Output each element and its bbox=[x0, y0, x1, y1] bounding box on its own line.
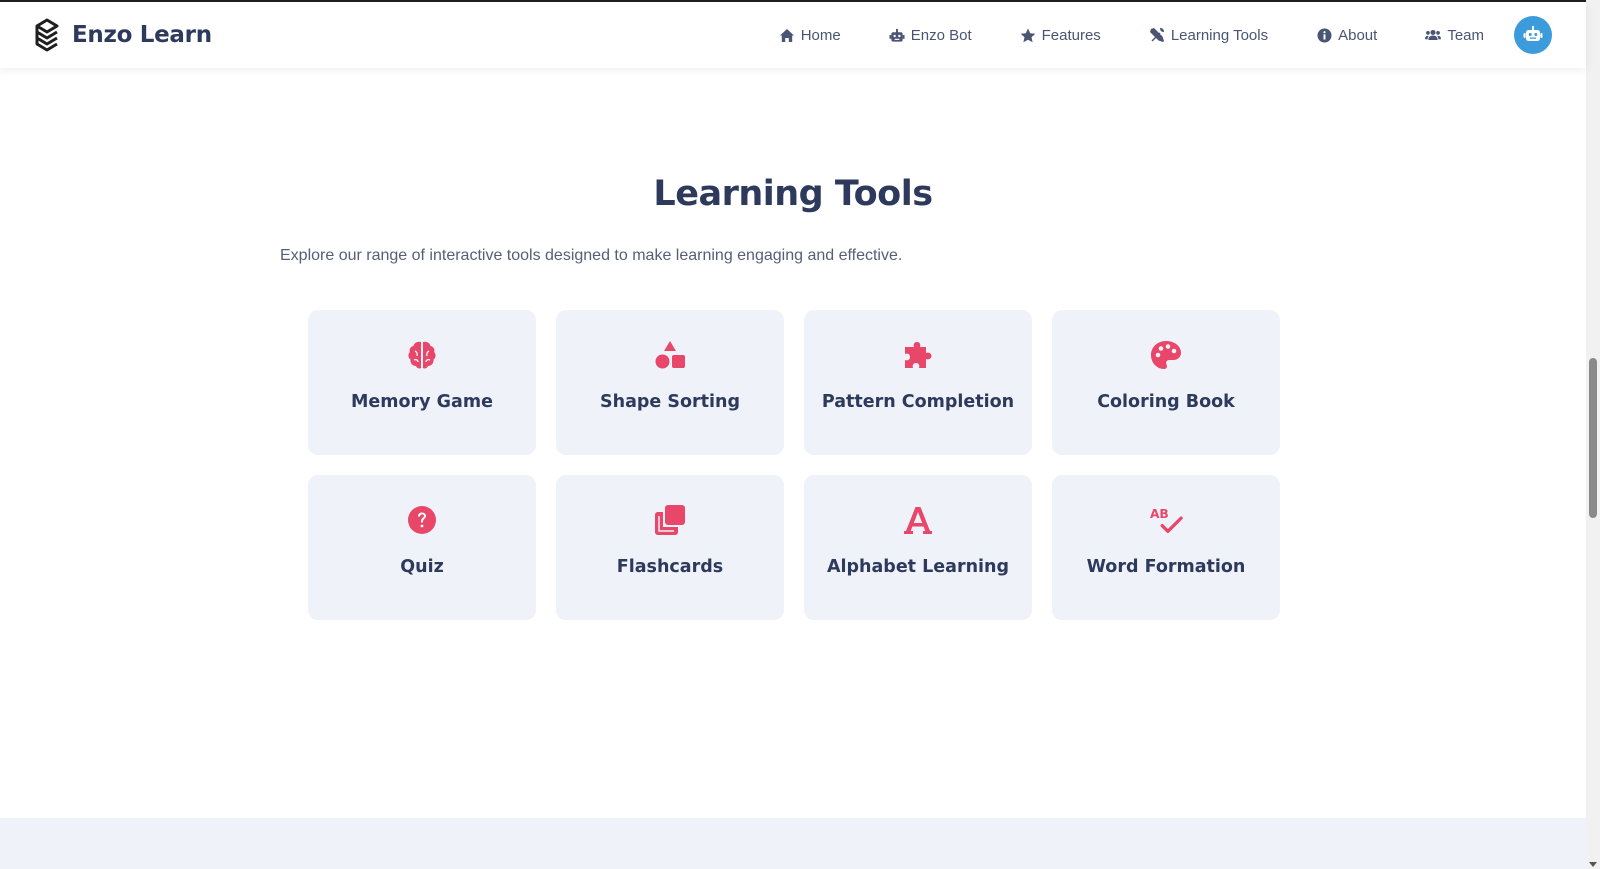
tool-card-label: Memory Game bbox=[351, 392, 493, 412]
nav-item-enzo-bot[interactable]: Enzo Bot bbox=[889, 27, 972, 44]
tool-card-label: Coloring Book bbox=[1097, 392, 1235, 412]
brand-name: Enzo Learn bbox=[72, 22, 212, 48]
tool-card-shape-sorting[interactable]: Shape Sorting bbox=[556, 310, 784, 455]
nav-label-features: Features bbox=[1041, 26, 1101, 44]
scrollbar-thumb[interactable] bbox=[1589, 358, 1597, 518]
brand-link[interactable]: Enzo Learn bbox=[34, 18, 212, 52]
info-icon bbox=[1316, 27, 1332, 43]
nav-label-team: Team bbox=[1447, 26, 1484, 44]
tool-card-label: Word Formation bbox=[1086, 557, 1246, 577]
scroll-down-arrow-icon[interactable] bbox=[1589, 862, 1597, 867]
nav-item-features[interactable]: Features bbox=[1020, 27, 1101, 44]
tools-grid: Memory Game Shape Sorting Pattern Comple… bbox=[308, 310, 1280, 620]
page-scrollbar[interactable] bbox=[1586, 0, 1600, 869]
enzo-logo-icon bbox=[34, 18, 60, 52]
robot-icon bbox=[1523, 25, 1543, 46]
tool-card-label: Alphabet Learning bbox=[826, 557, 1010, 577]
tool-card-quiz[interactable]: Quiz bbox=[308, 475, 536, 620]
section-title: Learning Tools bbox=[653, 174, 933, 214]
tool-card-alphabet-learning[interactable]: Alphabet Learning bbox=[804, 475, 1032, 620]
tools-icon bbox=[1149, 27, 1165, 43]
nav-label-home: Home bbox=[800, 26, 841, 44]
tool-card-label: Pattern Completion bbox=[821, 392, 1015, 412]
letter-a-icon bbox=[901, 503, 935, 537]
chatbot-button[interactable] bbox=[1514, 16, 1552, 54]
shapes-icon bbox=[653, 338, 687, 372]
users-icon bbox=[1425, 27, 1442, 43]
tool-card-word-formation[interactable]: AB Word Formation bbox=[1052, 475, 1280, 620]
tool-card-coloring-book[interactable]: Coloring Book bbox=[1052, 310, 1280, 455]
nav-item-about[interactable]: About bbox=[1316, 27, 1377, 44]
tool-card-pattern-completion[interactable]: Pattern Completion bbox=[804, 310, 1032, 455]
nav-label-learning-tools: Learning Tools bbox=[1170, 26, 1269, 44]
puzzle-piece-icon bbox=[901, 338, 935, 372]
tool-card-memory-game[interactable]: Memory Game bbox=[308, 310, 536, 455]
spell-check-icon: AB bbox=[1149, 503, 1183, 537]
nav-label-about: About bbox=[1338, 26, 1378, 44]
nav-item-learning-tools[interactable]: Learning Tools bbox=[1149, 27, 1268, 44]
navbar: Enzo Learn Home Enzo Bot Features Learni… bbox=[0, 2, 1586, 68]
tool-card-label: Quiz bbox=[400, 557, 444, 577]
question-circle-icon bbox=[405, 503, 439, 537]
next-section-band bbox=[0, 818, 1586, 869]
nav-item-team[interactable]: Team bbox=[1425, 27, 1484, 44]
clone-icon bbox=[653, 503, 687, 537]
home-icon bbox=[779, 27, 795, 43]
main-nav: Home Enzo Bot Features Learning Tools Ab… bbox=[779, 16, 1552, 54]
star-icon bbox=[1020, 27, 1036, 43]
tool-card-flashcards[interactable]: Flashcards bbox=[556, 475, 784, 620]
palette-icon bbox=[1149, 338, 1183, 372]
tool-card-label: Flashcards bbox=[616, 557, 724, 577]
tool-card-label: Shape Sorting bbox=[600, 392, 740, 412]
svg-text:AB: AB bbox=[1150, 507, 1169, 521]
brain-icon bbox=[405, 338, 439, 372]
nav-item-home[interactable]: Home bbox=[779, 27, 841, 44]
nav-label-enzo-bot: Enzo Bot bbox=[910, 26, 972, 44]
robot-icon bbox=[889, 27, 905, 43]
section-description: Explore our range of interactive tools d… bbox=[280, 247, 903, 264]
